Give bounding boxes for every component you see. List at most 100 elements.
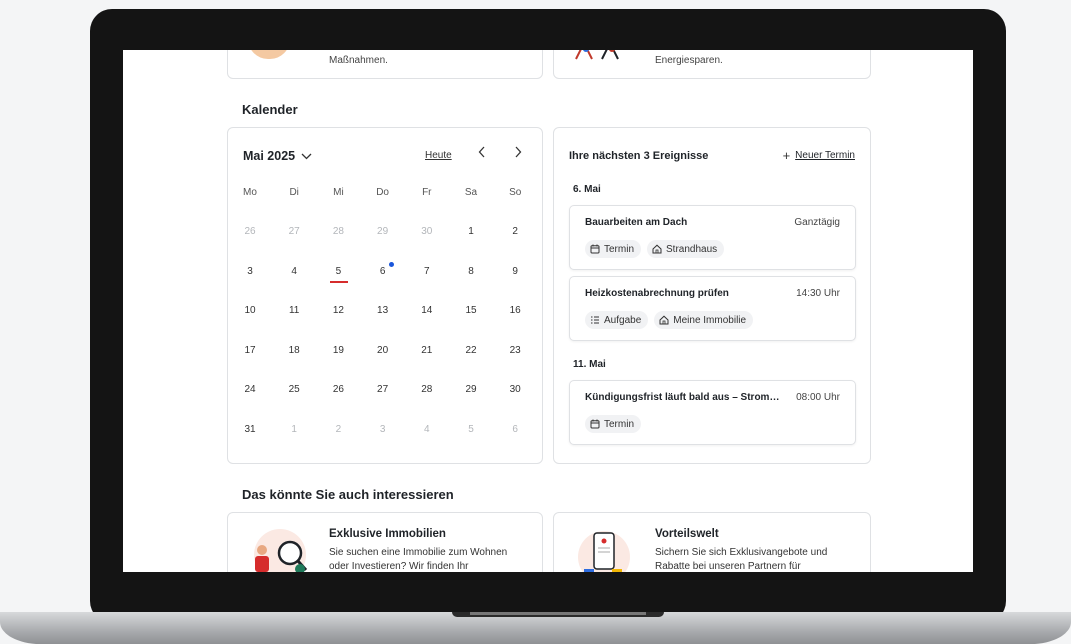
chevron-right-icon xyxy=(515,146,522,158)
calendar-day[interactable]: 9 xyxy=(495,266,535,277)
illustration-icon xyxy=(248,50,290,59)
calendar-day-outside[interactable]: 29 xyxy=(363,226,403,237)
calendar-day[interactable]: 17 xyxy=(230,345,270,356)
event-card[interactable]: Heizkostenabrechnung prüfen 14:30 Uhr Au… xyxy=(569,276,856,341)
calendar-day-outside[interactable]: 26 xyxy=(230,226,270,237)
day-number: 2 xyxy=(512,226,518,237)
weekday-label: Mi xyxy=(333,187,344,198)
calendar-day[interactable]: 16 xyxy=(495,305,535,316)
event-type-chip: Termin xyxy=(585,415,642,433)
calendar-day[interactable]: 31 xyxy=(230,424,270,435)
calendar-day[interactable]: 2 xyxy=(495,226,535,237)
interest-card-text: Sichern Sie sich Exklusivangebote und Ra… xyxy=(655,547,828,572)
calendar-day[interactable]: 10 xyxy=(230,305,270,316)
calendar-day[interactable]: 18 xyxy=(274,345,314,356)
day-number: 24 xyxy=(244,384,256,395)
interest-card-title: Exklusive Immobilien xyxy=(329,528,446,540)
event-card[interactable]: Kündigungsfrist läuft bald aus – Strom… … xyxy=(569,380,856,445)
day-number: 29 xyxy=(465,384,477,395)
month-selector[interactable]: Mai 2025 xyxy=(243,149,312,163)
calendar-day[interactable]: 8 xyxy=(451,266,491,277)
new-appointment-button[interactable]: + Neuer Termin xyxy=(783,149,855,162)
calendar-day[interactable]: 24 xyxy=(230,384,270,395)
calendar-day-outside[interactable]: 27 xyxy=(274,226,314,237)
prev-month-button[interactable] xyxy=(474,145,490,161)
playground-illustration-icon xyxy=(575,50,619,60)
calendar-day[interactable]: 6 xyxy=(363,261,403,277)
day-number: 27 xyxy=(377,384,389,395)
calendar-day[interactable]: 26 xyxy=(318,384,358,395)
calendar-day-outside[interactable]: 4 xyxy=(407,424,447,435)
calendar-day[interactable]: 4 xyxy=(274,266,314,277)
chip-label: Termin xyxy=(604,418,635,430)
calendar-day[interactable]: 11 xyxy=(274,305,314,316)
calendar-day[interactable]: 21 xyxy=(407,345,447,356)
calendar-day-outside[interactable]: 5 xyxy=(451,424,491,435)
event-time: Ganztägig xyxy=(794,217,840,228)
event-card[interactable]: Bauarbeiten am Dach Ganztägig Termin Str… xyxy=(569,205,856,270)
day-number: 25 xyxy=(288,384,300,395)
calendar-day[interactable]: 19 xyxy=(318,345,358,356)
event-time: 08:00 Uhr xyxy=(796,392,840,403)
weekday-label: So xyxy=(509,187,522,198)
calendar-day[interactable]: 28 xyxy=(407,384,447,395)
day-number: 3 xyxy=(379,423,386,435)
calendar-day-outside[interactable]: 30 xyxy=(407,226,447,237)
event-type-chip: Termin xyxy=(585,240,642,258)
interest-card-vorteilswelt[interactable]: Vorteilswelt Sichern Sie sich Exklusivan… xyxy=(553,512,871,572)
calendar-day[interactable]: 29 xyxy=(451,384,491,395)
day-number: 1 xyxy=(291,423,297,435)
calendar-day-outside[interactable]: 2 xyxy=(318,424,358,435)
calendar-day[interactable]: 14 xyxy=(407,305,447,316)
calendar-day[interactable]: 1 xyxy=(451,226,491,237)
calendar-day[interactable]: 27 xyxy=(363,384,403,395)
calendar-day-outside[interactable]: 3 xyxy=(363,424,403,435)
event-name: Bauarbeiten am Dach xyxy=(585,217,688,228)
day-number: 4 xyxy=(291,265,297,277)
calendar-day[interactable]: 7 xyxy=(407,266,447,277)
app-screen: Maßnahmen. Energiesparen. Kalender Mai 2… xyxy=(123,50,973,572)
day-number: 15 xyxy=(465,305,477,316)
weekday-label: Fr xyxy=(422,187,432,198)
day-number: 10 xyxy=(244,305,256,316)
house-icon xyxy=(652,244,662,254)
event-type-chip: Aufgabe xyxy=(585,311,649,329)
calendar-day[interactable]: 15 xyxy=(451,305,491,316)
section-title-interest: Das könnte Sie auch interessieren xyxy=(242,487,454,502)
day-number: 12 xyxy=(332,305,344,316)
next-month-button[interactable] xyxy=(510,145,526,161)
day-number: 26 xyxy=(332,384,344,395)
day-number: 4 xyxy=(424,423,430,435)
calendar-day-outside[interactable]: 1 xyxy=(274,424,314,435)
event-time: 14:30 Uhr xyxy=(796,288,840,299)
laptop-hinge xyxy=(452,612,664,617)
calendar-day[interactable]: 30 xyxy=(495,384,535,395)
calendar-day-outside[interactable]: 6 xyxy=(495,424,535,435)
calendar-day[interactable]: 20 xyxy=(363,345,403,356)
day-number: 9 xyxy=(512,265,518,277)
day-number: 21 xyxy=(421,344,433,356)
calendar-day[interactable]: 3 xyxy=(230,266,270,277)
calendar-day[interactable]: 23 xyxy=(495,345,535,356)
day-number: 1 xyxy=(468,226,474,237)
calendar-day[interactable]: 13 xyxy=(363,305,403,316)
day-number: 29 xyxy=(377,226,389,237)
calendar-day[interactable]: 12 xyxy=(318,305,358,316)
calendar-day[interactable]: 25 xyxy=(274,384,314,395)
interest-card-immobilien[interactable]: Exklusive Immobilien Sie suchen eine Imm… xyxy=(227,512,543,572)
calendar-day[interactable]: 22 xyxy=(451,345,491,356)
top-card-text: Energiesparen. xyxy=(655,55,723,66)
calendar-day-outside[interactable]: 28 xyxy=(318,226,358,237)
top-card-right[interactable]: Energiesparen. xyxy=(553,50,871,79)
day-number: 13 xyxy=(377,305,389,316)
chip-label: Strandhaus xyxy=(666,243,718,255)
events-title: Ihre nächsten 3 Ereignisse xyxy=(569,150,709,162)
event-name: Kündigungsfrist läuft bald aus – Strom… xyxy=(585,392,780,403)
calendar-day[interactable]: 5 xyxy=(318,266,358,283)
today-button[interactable]: Heute xyxy=(425,150,452,161)
event-date-heading: 6. Mai xyxy=(573,184,601,195)
top-card-left[interactable]: Maßnahmen. xyxy=(227,50,543,79)
weekday-label: Mo xyxy=(243,187,257,198)
month-label: Mai 2025 xyxy=(243,149,296,163)
day-number: 28 xyxy=(421,384,433,395)
